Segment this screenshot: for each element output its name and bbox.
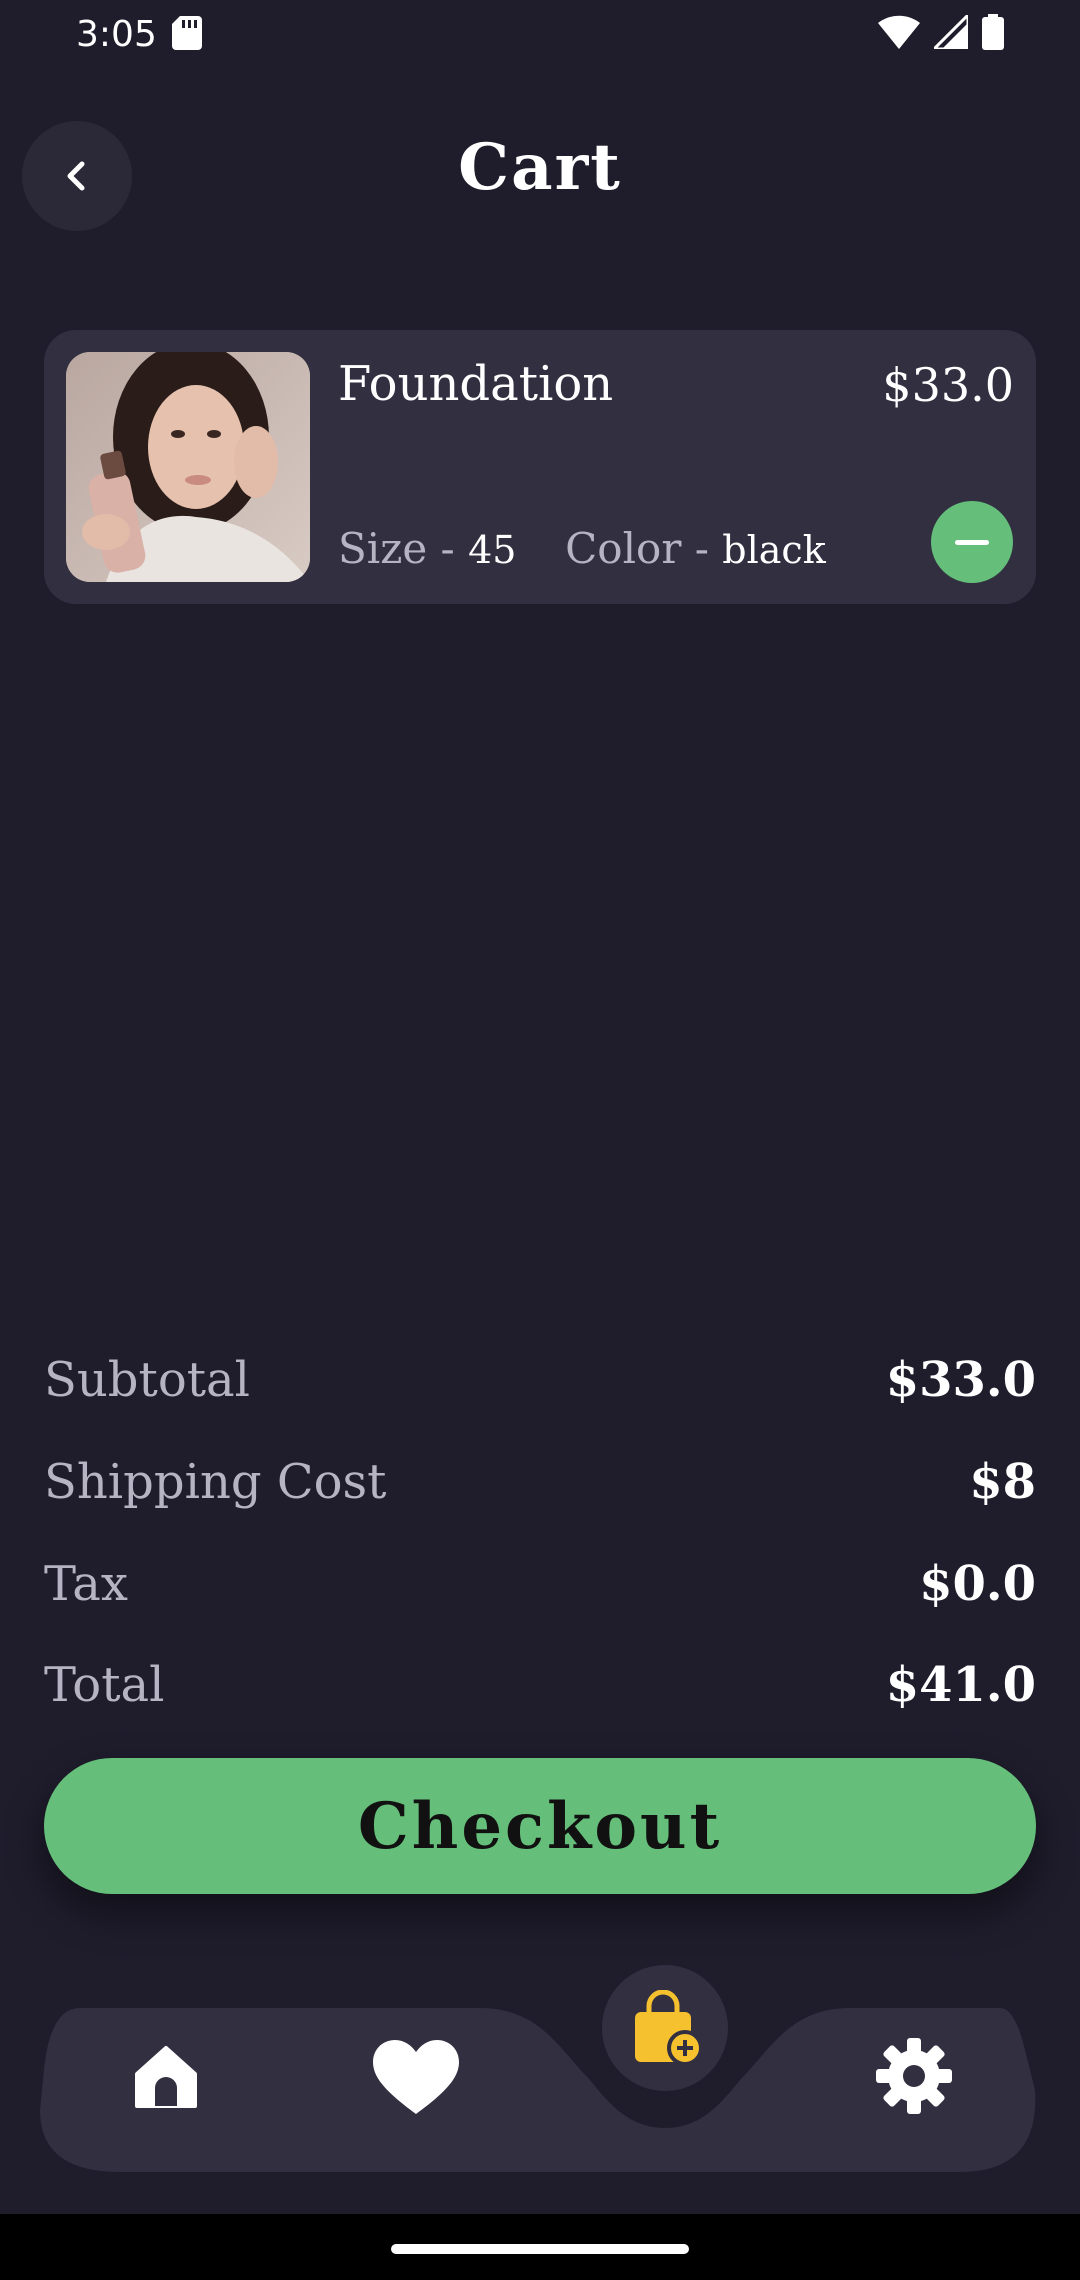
total-row: Total $41.0: [44, 1657, 1036, 1727]
product-photo: [66, 352, 310, 582]
tax-value: $0.0: [919, 1556, 1036, 1612]
minus-icon: [955, 539, 989, 545]
subtotal-label: Subtotal: [44, 1352, 250, 1408]
subtotal-value: $33.0: [885, 1352, 1036, 1408]
item-name: Foundation: [338, 356, 614, 412]
shipping-row: Shipping Cost $8: [44, 1454, 1036, 1524]
settings-icon[interactable]: [874, 2036, 954, 2116]
signal-icon: [934, 15, 968, 49]
color-value: black: [722, 528, 826, 572]
cart-item[interactable]: Foundation $33.0 Size - 45 Color - black: [44, 330, 1036, 604]
wifi-icon: [878, 15, 920, 49]
total-value: $41.0: [885, 1657, 1036, 1713]
size-label: Size -: [338, 524, 469, 573]
status-bar: 3:05: [0, 0, 1080, 70]
shipping-label: Shipping Cost: [44, 1454, 387, 1510]
remove-item-button[interactable]: [931, 501, 1013, 583]
system-navigation-bar: [0, 2214, 1080, 2280]
status-icons: [878, 14, 1004, 50]
shopping-bag-add-icon: [635, 1990, 703, 2066]
battery-icon: [982, 14, 1004, 50]
heart-icon[interactable]: [373, 2040, 459, 2116]
tax-row: Tax $0.0: [44, 1556, 1036, 1626]
shipping-value: $8: [969, 1454, 1036, 1510]
size-value: 45: [468, 528, 517, 572]
product-image: [66, 352, 310, 582]
page-title: Cart: [458, 130, 622, 205]
home-icon[interactable]: [133, 2044, 199, 2110]
cart-fab-button[interactable]: [602, 1965, 728, 2091]
checkout-button[interactable]: Checkout: [44, 1758, 1036, 1894]
total-label: Total: [44, 1657, 165, 1713]
subtotal-row: Subtotal $33.0: [44, 1352, 1036, 1422]
item-price: $33.0: [882, 358, 1014, 412]
status-time: 3:05: [76, 14, 157, 55]
color-label: Color -: [565, 524, 723, 573]
home-indicator[interactable]: [391, 2244, 689, 2254]
tax-label: Tax: [44, 1556, 128, 1612]
item-attributes: Size - 45 Color - black: [338, 524, 826, 573]
sd-card-icon: [172, 16, 202, 50]
